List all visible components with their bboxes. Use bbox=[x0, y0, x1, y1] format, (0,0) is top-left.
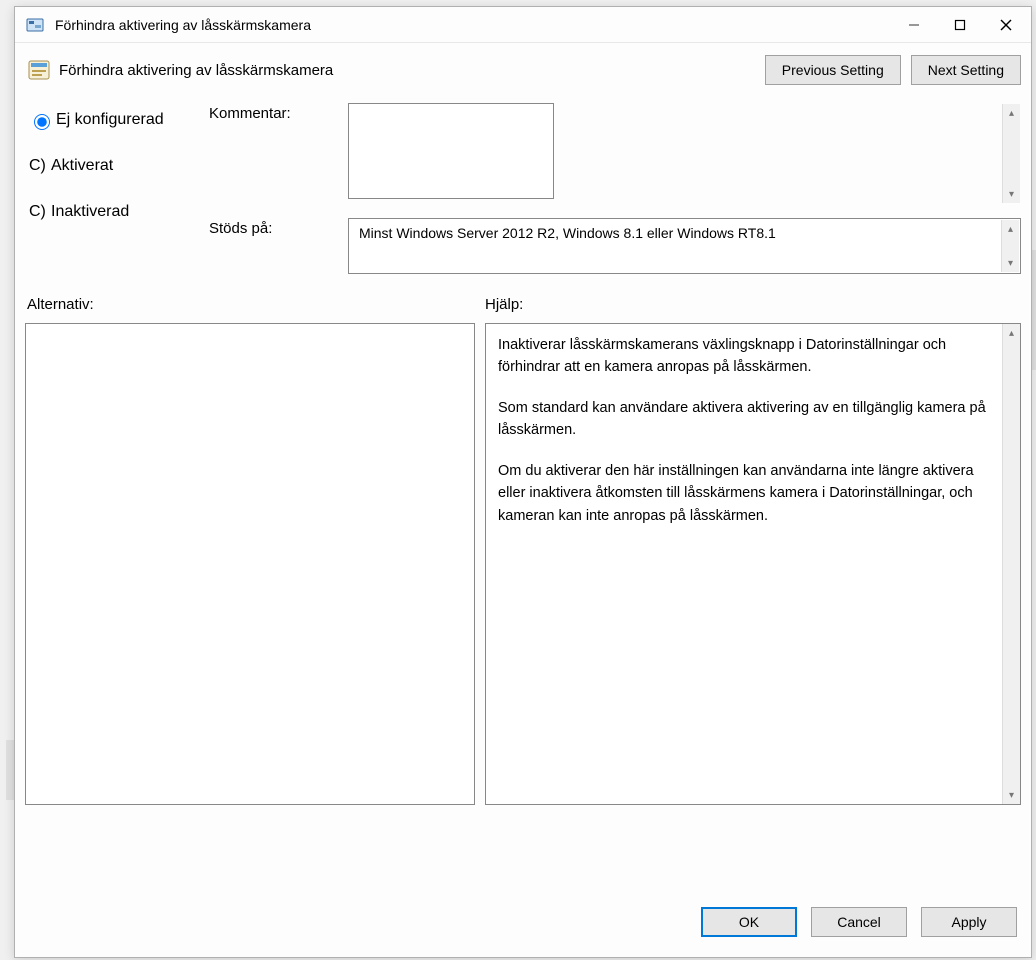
cancel-button[interactable]: Cancel bbox=[811, 907, 907, 937]
app-icon bbox=[25, 15, 45, 35]
radio-enabled-label: Aktiverat bbox=[51, 157, 113, 175]
radio-not-configured-input[interactable] bbox=[34, 114, 50, 130]
help-panel: Inaktiverar låsskärmskamerans växlingskn… bbox=[485, 323, 1021, 805]
help-label: Hjälp: bbox=[481, 296, 523, 313]
supported-on-box: Minst Windows Server 2012 R2, Windows 8.… bbox=[348, 218, 1021, 274]
help-scrollbar[interactable]: ▴ ▾ bbox=[1002, 324, 1020, 804]
previous-setting-button[interactable]: Previous Setting bbox=[765, 55, 901, 85]
radio-enabled[interactable]: C) Aktiverat bbox=[29, 149, 205, 183]
minimize-button[interactable] bbox=[891, 8, 937, 42]
policy-title: Förhindra aktivering av låsskärmskamera bbox=[59, 62, 755, 79]
radio-not-configured[interactable]: Ej konfigurerad bbox=[29, 103, 205, 137]
header-row: Förhindra aktivering av låsskärmskamera … bbox=[27, 55, 1021, 85]
scroll-up-icon: ▴ bbox=[1003, 104, 1020, 122]
options-panel bbox=[25, 323, 475, 805]
window-controls bbox=[891, 8, 1029, 42]
ok-button[interactable]: OK bbox=[701, 907, 797, 937]
comment-textarea[interactable] bbox=[348, 103, 554, 199]
apply-button[interactable]: Apply bbox=[921, 907, 1017, 937]
dialog-window: Förhindra aktivering av låsskärmskamera … bbox=[14, 6, 1032, 958]
supported-scrollbar[interactable]: ▴ ▾ bbox=[1001, 220, 1019, 272]
radio-not-configured-label: Ej konfigurerad bbox=[56, 111, 164, 129]
comment-scrollbar[interactable]: ▴ ▾ bbox=[1002, 104, 1020, 203]
state-radio-group: Ej konfigurerad C) Aktiverat C) Inaktive… bbox=[25, 103, 205, 274]
supported-label: Stöds på: bbox=[209, 218, 344, 274]
dialog-footer: OK Cancel Apply bbox=[25, 897, 1021, 947]
options-label: Alternativ: bbox=[25, 296, 481, 313]
radio-disabled-label: Inaktiverad bbox=[51, 203, 129, 221]
scroll-up-icon: ▴ bbox=[1003, 324, 1020, 342]
radio-disabled[interactable]: C) Inaktiverad bbox=[29, 195, 205, 229]
help-paragraph: Som standard kan användare aktivera akti… bbox=[498, 397, 994, 442]
comment-label: Kommentar: bbox=[209, 103, 344, 204]
supported-on-text: Minst Windows Server 2012 R2, Windows 8.… bbox=[359, 225, 776, 241]
next-setting-button[interactable]: Next Setting bbox=[911, 55, 1021, 85]
scroll-down-icon: ▾ bbox=[1003, 185, 1020, 203]
close-button[interactable] bbox=[983, 8, 1029, 42]
window-title: Förhindra aktivering av låsskärmskamera bbox=[55, 17, 891, 33]
scroll-down-icon: ▾ bbox=[1003, 786, 1020, 804]
policy-icon bbox=[27, 58, 51, 82]
scroll-up-icon: ▴ bbox=[1002, 220, 1019, 238]
help-paragraph: Om du aktiverar den här inställningen ka… bbox=[498, 460, 994, 527]
scroll-down-icon: ▾ bbox=[1002, 254, 1019, 272]
titlebar: Förhindra aktivering av låsskärmskamera bbox=[15, 7, 1031, 43]
help-paragraph: Inaktiverar låsskärmskamerans växlingskn… bbox=[498, 334, 994, 379]
maximize-button[interactable] bbox=[937, 8, 983, 42]
